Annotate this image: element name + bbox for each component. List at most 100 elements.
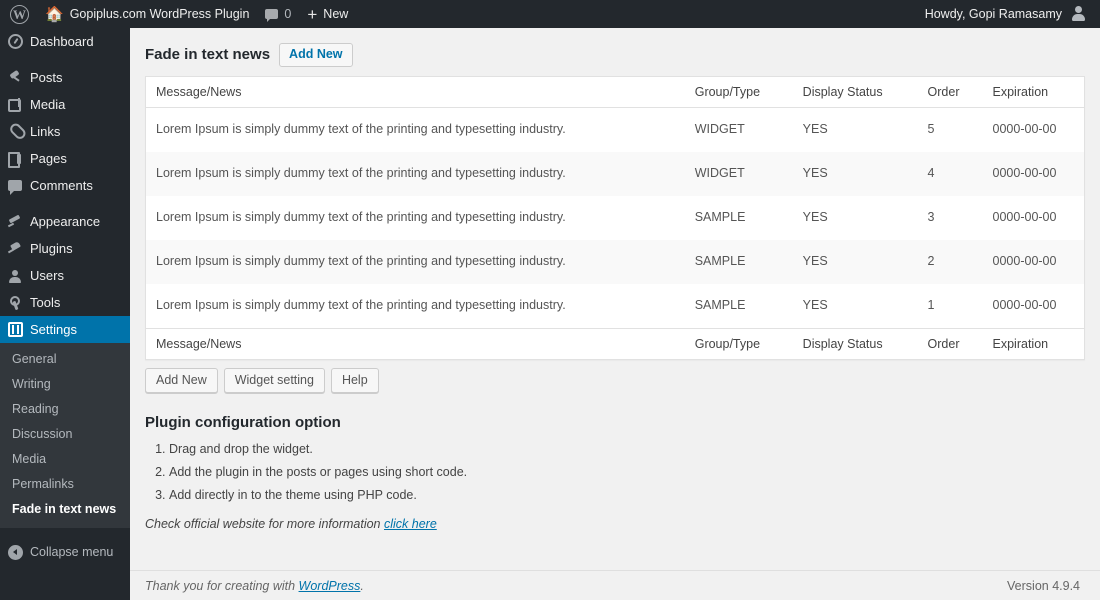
- wordpress-logo-menu[interactable]: W: [2, 0, 37, 28]
- cell-order: 3: [917, 196, 983, 240]
- news-list-table: Message/News Group/Type Display Status Orde…: [145, 76, 1085, 360]
- table-row[interactable]: Lorem Ipsum is simply dummy text of the …: [145, 284, 1085, 329]
- table-row[interactable]: Lorem Ipsum is simply dummy text of the …: [145, 152, 1085, 196]
- submenu-item-discussion[interactable]: Discussion: [0, 422, 130, 447]
- sidebar-item-users[interactable]: Users: [0, 262, 130, 289]
- comments-link[interactable]: 0: [257, 0, 299, 28]
- cell-display: YES: [792, 284, 918, 329]
- admin-bar: W 🏠 Gopiplus.com WordPress Plugin 0 + Ne…: [0, 0, 1100, 28]
- config-step: Add directly in to the theme using PHP c…: [169, 487, 1080, 504]
- pin-icon: [0, 71, 30, 85]
- avatar-icon: [1070, 6, 1086, 22]
- sidebar-item-settings[interactable]: Settings: [0, 316, 138, 343]
- add-new-button[interactable]: Add New: [145, 368, 218, 393]
- tools-icon: [0, 295, 30, 310]
- sidebar-separator: [0, 55, 130, 64]
- cell-message: Lorem Ipsum is simply dummy text of the …: [145, 240, 685, 284]
- table-header-row: Message/News Group/Type Display Status Orde…: [145, 76, 1085, 108]
- cell-group: WIDGET: [684, 107, 793, 152]
- help-button[interactable]: Help: [330, 368, 379, 393]
- submenu-item-reading[interactable]: Reading: [0, 397, 130, 422]
- sidebar-item-media[interactable]: Media: [0, 91, 130, 118]
- my-account-menu[interactable]: Howdy, Gopi Ramasamy: [917, 0, 1094, 28]
- table-row[interactable]: Lorem Ipsum is simply dummy text of the …: [145, 107, 1085, 152]
- column-header-group: Group/Type: [684, 328, 793, 360]
- plugins-icon: [0, 242, 30, 256]
- admin-bar-right-group: Howdy, Gopi Ramasamy: [917, 0, 1094, 28]
- home-icon: 🏠: [45, 5, 64, 23]
- cell-order: 2: [917, 240, 983, 284]
- cell-group: SAMPLE: [684, 240, 793, 284]
- settings-submenu: General Writing Reading Discussion Media Perm…: [0, 343, 130, 528]
- sidebar-item-label: Comments: [30, 178, 93, 193]
- users-icon: [0, 269, 30, 283]
- footer-thanks: Thank you for creating with WordPress.: [145, 579, 364, 593]
- cell-expiration: 0000-00-00: [982, 240, 1085, 284]
- sidebar-item-label: Appearance: [30, 214, 101, 229]
- column-header-expiration: Expiration: [982, 76, 1085, 108]
- dashboard-icon: [0, 34, 30, 49]
- sidebar-item-posts[interactable]: Posts: [0, 64, 130, 91]
- collapse-menu-button[interactable]: Collapse menu: [0, 538, 130, 566]
- table-head: Message/News Group/Type Display Status Orde…: [145, 76, 1085, 108]
- sidebar-item-plugins[interactable]: Plugins: [0, 235, 130, 262]
- settings-icon: [0, 322, 30, 337]
- sidebar-item-label: Media: [30, 97, 66, 112]
- submenu-item-media[interactable]: Media: [0, 447, 130, 472]
- submenu-item-fade-in-text-news[interactable]: Fade in text news: [0, 497, 130, 522]
- collapse-arrow-icon: [0, 544, 30, 560]
- sidebar-item-comments[interactable]: Comments: [0, 172, 130, 199]
- add-new-header-button[interactable]: Add New: [279, 43, 353, 67]
- cell-group: WIDGET: [684, 152, 793, 196]
- submenu-item-general[interactable]: General: [0, 347, 130, 372]
- wordpress-link[interactable]: WordPress: [299, 579, 361, 593]
- sidebar-separator: [0, 199, 130, 208]
- click-here-link[interactable]: click here: [384, 517, 437, 531]
- wordpress-logo-icon: W: [10, 4, 29, 24]
- submenu-item-writing[interactable]: Writing: [0, 372, 130, 397]
- sidebar-item-pages[interactable]: Pages: [0, 145, 130, 172]
- table-row[interactable]: Lorem Ipsum is simply dummy text of the …: [145, 240, 1085, 284]
- collapse-menu-label: Collapse menu: [30, 545, 114, 559]
- sidebar-item-label: Pages: [30, 151, 67, 166]
- cell-order: 4: [917, 152, 983, 196]
- table-body: Lorem Ipsum is simply dummy text of the …: [145, 107, 1085, 329]
- admin-sidebar: Dashboard Posts Media Links Pages Comments App…: [0, 28, 138, 600]
- site-name-link[interactable]: 🏠 Gopiplus.com WordPress Plugin: [37, 0, 257, 28]
- footer-thanks-suffix: .: [360, 578, 364, 593]
- cell-display: YES: [792, 107, 918, 152]
- sidebar-item-appearance[interactable]: Appearance: [0, 208, 130, 235]
- widget-setting-button[interactable]: Widget setting: [223, 368, 325, 393]
- sidebar-item-links[interactable]: Links: [0, 118, 130, 145]
- footer-thanks-prefix: Thank you for creating with: [145, 578, 299, 593]
- cell-message: Lorem Ipsum is simply dummy text of the …: [145, 152, 685, 196]
- howdy-label: Howdy, Gopi Ramasamy: [924, 7, 1062, 21]
- sidebar-item-label: Posts: [30, 70, 63, 85]
- column-header-display: Display Status: [792, 328, 918, 360]
- cell-message: Lorem Ipsum is simply dummy text of the …: [145, 284, 685, 329]
- pages-icon: [0, 151, 30, 168]
- table-footer-row: Message/News Group/Type Display Status Orde…: [145, 328, 1085, 360]
- cell-group: SAMPLE: [684, 196, 793, 240]
- sidebar-item-label: Settings: [30, 322, 77, 337]
- sidebar-item-tools[interactable]: Tools: [0, 289, 130, 316]
- official-note-text: Check official website for more informat…: [145, 516, 384, 531]
- sidebar-item-label: Dashboard: [30, 34, 94, 49]
- media-icon: [0, 98, 30, 112]
- sidebar-item-dashboard[interactable]: Dashboard: [0, 28, 130, 55]
- official-website-note: Check official website for more informat…: [145, 517, 1080, 531]
- column-header-group: Group/Type: [684, 76, 793, 108]
- plus-icon: +: [307, 4, 318, 24]
- column-header-expiration: Expiration: [982, 328, 1085, 360]
- submenu-item-permalinks[interactable]: Permalinks: [0, 472, 130, 497]
- cell-expiration: 0000-00-00: [982, 196, 1085, 240]
- cell-order: 5: [917, 107, 983, 152]
- column-header-message: Message/News: [145, 328, 685, 360]
- main-content-area: Fade in text news Add New Message/News Gr…: [130, 28, 1100, 600]
- cell-message: Lorem Ipsum is simply dummy text of the …: [145, 196, 685, 240]
- page-header: Fade in text news Add New: [145, 38, 1080, 76]
- table-row[interactable]: Lorem Ipsum is simply dummy text of the …: [145, 196, 1085, 240]
- cell-order: 1: [917, 284, 983, 329]
- new-content-menu[interactable]: + New: [299, 0, 356, 28]
- config-step: Drag and drop the widget.: [169, 441, 1080, 458]
